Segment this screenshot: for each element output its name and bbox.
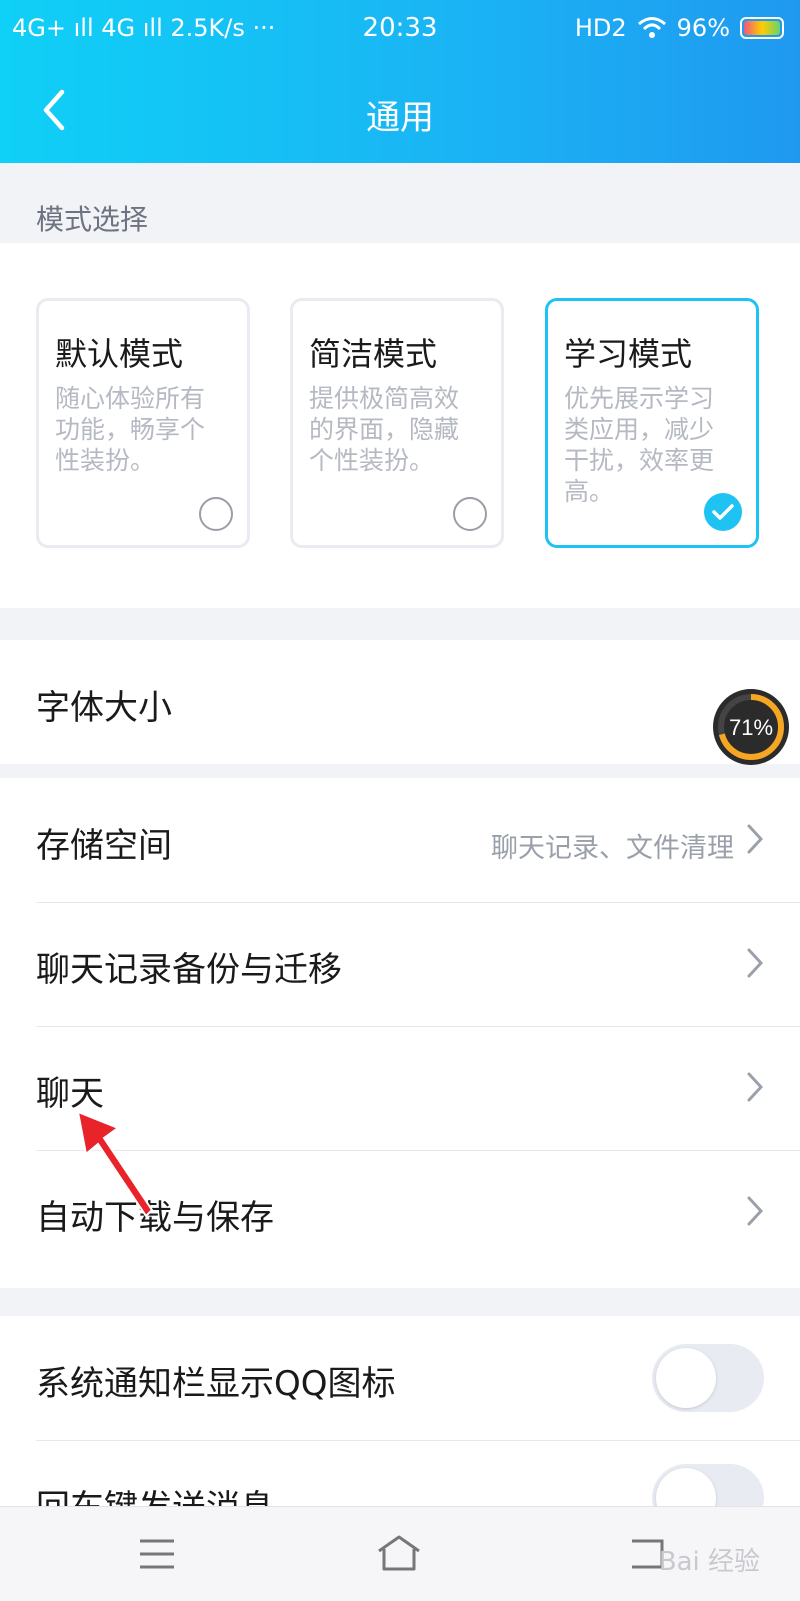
mode-section-label: 模式选择 [36, 203, 149, 236]
toggle-settings-group: 系统通知栏显示QQ图标 回车键发送消息 [0, 1316, 800, 1532]
mode-card-default[interactable]: 默认模式 随心体验所有功能，畅享个性装扮。 [36, 298, 250, 548]
notification-icon-toggle[interactable] [652, 1344, 764, 1412]
row-label: 聊天 [36, 1074, 104, 1114]
font-size-group: 字体大小 [0, 640, 800, 764]
watermark-text: Bai 经验 [658, 1547, 760, 1577]
mode-card-study[interactable]: 学习模式 优先展示学习类应用，减少干扰，效率更高。 [545, 298, 759, 548]
mode-description: 提供极简高效的界面，隐藏个性装扮。 [309, 384, 460, 475]
font-size-row[interactable]: 字体大小 [0, 640, 800, 764]
chevron-right-icon [747, 1072, 764, 1102]
wifi-icon [637, 17, 666, 38]
speed-gauge-widget[interactable]: 71% [712, 688, 790, 766]
menu-icon[interactable] [132, 1529, 182, 1579]
row-notification-icon: 系统通知栏显示QQ图标 [0, 1316, 800, 1440]
status-bar: 4G+ ıll 4G ıll 2.5K/s ··· 20:33 HD2 96% [0, 8, 800, 48]
row-label: 存储空间 [36, 826, 172, 866]
row-chat-backup[interactable]: 聊天记录备份与迁移 [0, 902, 800, 1026]
row-label: 聊天记录备份与迁移 [36, 950, 342, 990]
checkmark-icon[interactable] [704, 493, 742, 531]
chevron-right-icon [747, 824, 764, 854]
battery-icon [740, 17, 784, 39]
row-label: 系统通知栏显示QQ图标 [36, 1364, 396, 1404]
mode-card-simple[interactable]: 简洁模式 提供极简高效的界面，隐藏个性装扮。 [290, 298, 504, 548]
mode-selector: 默认模式 随心体验所有功能，畅享个性装扮。 简洁模式 提供极简高效的界面，隐藏个… [0, 243, 800, 608]
mode-name: 学习模式 [564, 335, 693, 373]
mode-name: 默认模式 [55, 335, 184, 373]
gauge-text: 71% [729, 715, 773, 740]
nav-bar: 通用 [0, 72, 800, 148]
radio-unchecked-icon[interactable] [199, 497, 233, 531]
top-app-bar: 4G+ ıll 4G ıll 2.5K/s ··· 20:33 HD2 96% … [0, 0, 800, 163]
row-storage[interactable]: 存储空间 聊天记录、文件清理 [0, 778, 800, 902]
mode-name: 简洁模式 [309, 335, 438, 373]
system-nav-bar: Bai 经验 [0, 1506, 800, 1601]
chevron-right-icon [747, 1196, 764, 1226]
page-title: 通用 [366, 98, 434, 138]
battery-percent: 96% [676, 14, 730, 42]
home-icon[interactable] [374, 1529, 424, 1579]
status-right: HD2 96% [575, 8, 784, 48]
row-subtitle: 聊天记录、文件清理 [491, 833, 734, 864]
chevron-right-icon [747, 948, 764, 978]
mode-description: 优先展示学习类应用，减少干扰，效率更高。 [564, 384, 715, 506]
mode-description: 随心体验所有功能，畅享个性装扮。 [55, 384, 206, 475]
hd-indicator: HD2 [574, 14, 627, 42]
font-size-label: 字体大小 [36, 688, 172, 728]
radio-unchecked-icon[interactable] [453, 497, 487, 531]
red-pointer-arrow-icon [76, 1110, 154, 1218]
